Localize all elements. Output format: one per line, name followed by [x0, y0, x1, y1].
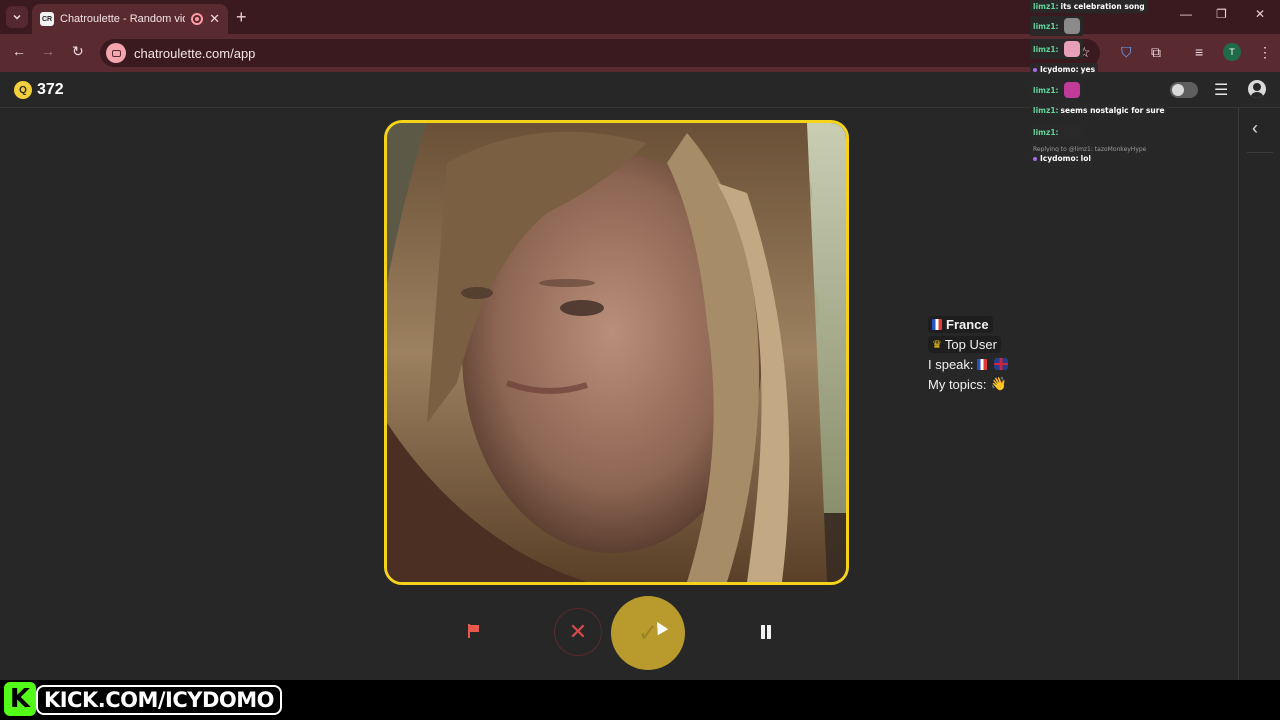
pause-button[interactable] — [760, 624, 772, 640]
chat-username: limz1: — [1033, 85, 1059, 95]
chat-username: limz1: — [1033, 21, 1059, 31]
url-text: chatroulette.com/app — [134, 45, 256, 61]
kick-logo: K — [4, 682, 36, 716]
browser-tab-active[interactable]: CR Chatroulette - Random vide ✕ — [32, 4, 228, 34]
stream-chat-overlay: limz1: its celebration song limz1: limz1:… — [1030, 0, 1200, 168]
top-user-badge: ♛ Top User — [928, 335, 1001, 353]
filters-icon[interactable]: ☰ — [1214, 80, 1228, 100]
reload-icon[interactable]: ↻ — [72, 43, 84, 60]
french-language-icon — [977, 358, 988, 370]
recording-indicator-icon — [191, 13, 204, 25]
account-icon[interactable] — [1248, 80, 1266, 98]
report-flag-icon[interactable] — [464, 622, 484, 642]
chat-username: limz1: — [1033, 127, 1059, 137]
site-info-icon[interactable] — [106, 43, 126, 63]
speak-label: I speak: — [928, 356, 974, 372]
screen: CR Chatroulette - Random vide ✕ + — ❐ ✕ … — [0, 0, 1280, 720]
partner-info: France ♛ Top User I speak: My topics: 👋 — [928, 314, 1009, 394]
topics-label: My topics: — [928, 376, 987, 392]
english-language-icon — [994, 358, 1009, 370]
chat-username: limz1: — [1033, 106, 1059, 115]
crown-icon: ♛ — [932, 338, 942, 351]
panel-divider — [1247, 152, 1273, 153]
chat-text: yes — [1080, 65, 1096, 74]
partner-video — [384, 120, 849, 585]
tab-title: Chatroulette - Random vide — [60, 13, 186, 25]
new-tab-button[interactable]: + — [236, 7, 247, 28]
chat-message: limz1: its celebration song — [1030, 0, 1148, 13]
close-icon: ✕ — [568, 619, 588, 644]
kick-channel-banner: KICK.COM/ICYDOMO — [36, 685, 282, 715]
chat-username: limz1: — [1033, 44, 1059, 54]
waving-hand-icon: 👋 — [990, 376, 1007, 391]
chat-username: Icydomo: — [1033, 154, 1079, 163]
forward-icon[interactable]: → — [41, 43, 55, 59]
tab-close-icon[interactable]: ✕ — [209, 11, 220, 27]
chat-text: lol — [1080, 154, 1091, 163]
site-favicon: CR — [40, 12, 54, 26]
window-close-icon[interactable]: ✕ — [1255, 7, 1265, 21]
chevron-down-icon — [13, 14, 21, 20]
coin-balance: 372 — [37, 81, 64, 98]
chat-message: limz1: — [1030, 122, 1083, 142]
chat-message: limz1: — [1030, 16, 1083, 36]
badge-label: Top User — [944, 336, 997, 352]
chat-text: its celebration song — [1060, 2, 1145, 11]
accept-button[interactable]: ✓ — [611, 596, 685, 670]
chat-message: limz1: — [1030, 39, 1083, 59]
chat-text: seems nostalgic for sure — [1060, 106, 1165, 115]
tab-search-button[interactable] — [6, 6, 28, 28]
browser-menu-icon[interactable]: ⋮ — [1258, 44, 1272, 61]
chat-message: Icydomo: lol — [1030, 152, 1094, 165]
partner-video-image — [387, 123, 846, 582]
coin-icon: Q — [14, 81, 32, 99]
partner-country: France — [946, 316, 989, 332]
chevron-left-icon[interactable]: ‹ — [1252, 118, 1258, 139]
address-bar[interactable]: chatroulette.com/app — [100, 39, 1100, 67]
emote-icon — [1063, 124, 1080, 140]
profile-avatar[interactable]: T — [1223, 43, 1241, 61]
chat-username: limz1: — [1033, 2, 1059, 11]
skip-button[interactable]: ✕ — [554, 608, 602, 656]
emote-icon — [1063, 82, 1080, 98]
chat-username: Icydomo: — [1033, 65, 1079, 74]
side-panel: ‹ — [1238, 108, 1280, 680]
emote-icon — [1063, 41, 1080, 57]
restore-icon[interactable]: ❐ — [1216, 7, 1227, 21]
france-flag-icon — [932, 318, 942, 330]
back-icon[interactable]: ← — [12, 43, 26, 59]
chat-message: limz1: seems nostalgic for sure — [1030, 104, 1168, 117]
emote-icon — [1063, 18, 1080, 34]
chat-message: limz1: — [1030, 80, 1083, 100]
country-chip: France — [928, 315, 993, 333]
chat-message: Icydomo: yes — [1030, 63, 1099, 76]
